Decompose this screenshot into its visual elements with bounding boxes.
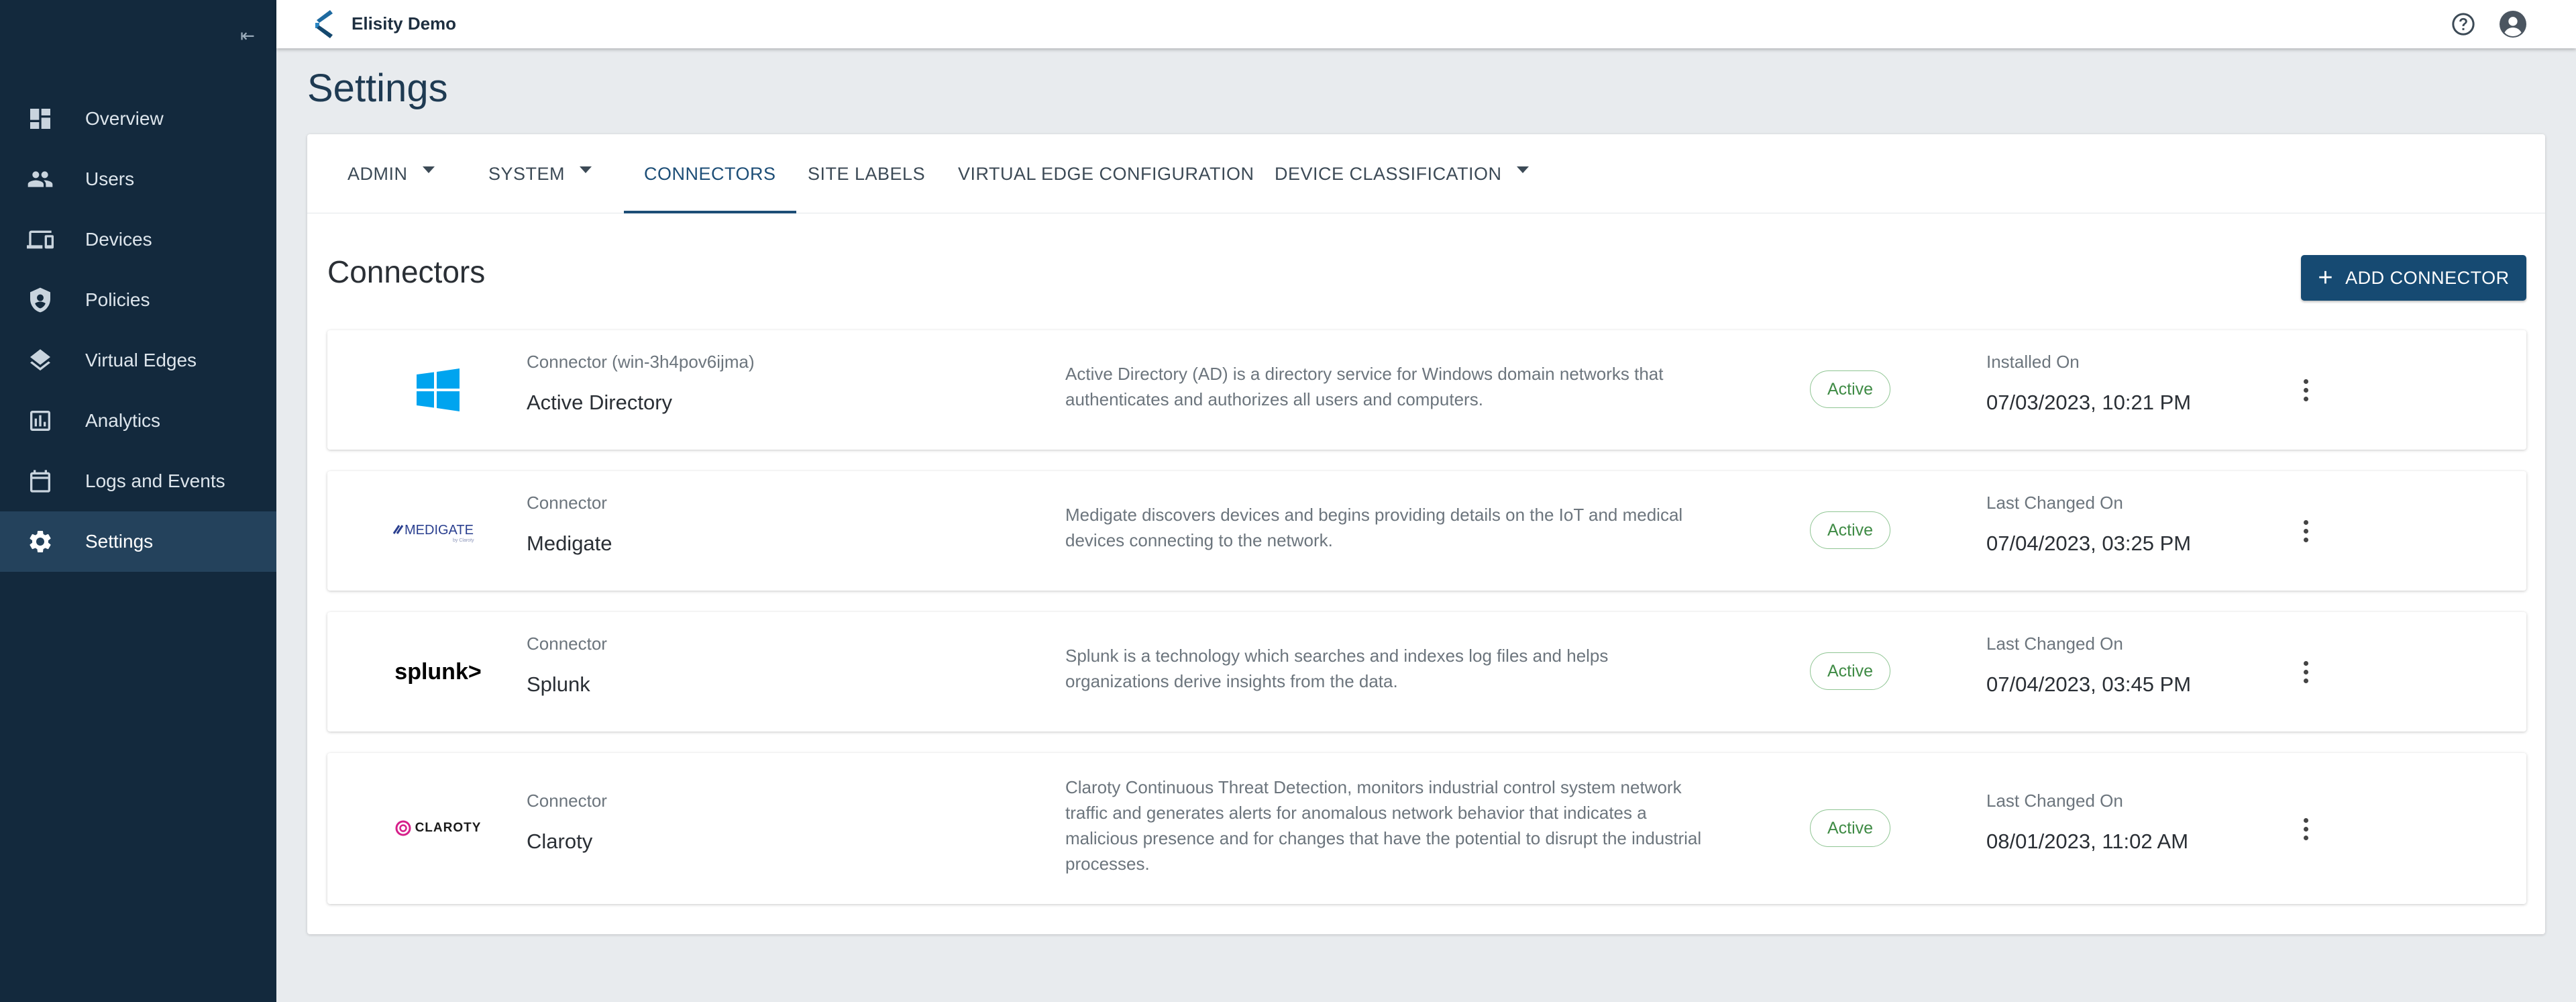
settings-tabs: ADMIN SYSTEM CONNECTORS SITE LABELS VIRT… bbox=[307, 134, 2545, 213]
dashboard-icon bbox=[27, 105, 54, 132]
connector-row-claroty[interactable]: CLAROTY Connector Claroty Claroty Contin… bbox=[327, 753, 2526, 904]
sidebar-item-settings[interactable]: Settings bbox=[0, 511, 276, 572]
sidebar-item-policies[interactable]: Policies bbox=[0, 270, 276, 330]
connector-type-label: Connector bbox=[527, 493, 607, 513]
sidebar-item-devices[interactable]: Devices bbox=[0, 209, 276, 270]
sidebar-item-overview[interactable]: Overview bbox=[0, 89, 276, 149]
caret-down-icon bbox=[422, 166, 435, 173]
devices-icon bbox=[27, 226, 54, 253]
connector-row-active-directory[interactable]: Connector (win-3h4pov6ijma) Active Direc… bbox=[327, 330, 2526, 450]
sidebar-item-logs-and-events[interactable]: Logs and Events bbox=[0, 451, 276, 511]
tab-label: ADMIN bbox=[347, 163, 408, 184]
tab-site-labels[interactable]: SITE LABELS bbox=[808, 134, 925, 213]
collapse-sidebar-icon[interactable]: ⇤ bbox=[237, 26, 258, 46]
shield-icon bbox=[27, 287, 54, 313]
user-avatar-icon[interactable] bbox=[2500, 11, 2526, 38]
sidebar-item-label: Users bbox=[85, 168, 135, 189]
add-connector-label: ADD CONNECTOR bbox=[2345, 267, 2510, 288]
svg-text:by Claroty: by Claroty bbox=[453, 538, 474, 543]
connector-type-label: Connector bbox=[527, 634, 607, 654]
layers-icon bbox=[27, 347, 54, 374]
sidebar-item-label: Devices bbox=[85, 229, 152, 250]
claroty-logo: CLAROTY bbox=[388, 797, 488, 860]
more-options-icon[interactable] bbox=[2296, 373, 2316, 407]
status-badge: Active bbox=[1810, 370, 1890, 408]
tab-label: SITE LABELS bbox=[808, 163, 926, 184]
splunk-logo: splunk> bbox=[388, 640, 488, 703]
claroty-logo-text: CLAROTY bbox=[415, 821, 482, 835]
tab-admin[interactable]: ADMIN bbox=[347, 134, 435, 213]
connector-description: Medigate discovers devices and begins pr… bbox=[1065, 505, 1683, 550]
help-icon[interactable] bbox=[2450, 11, 2477, 38]
connector-description: Claroty Continuous Threat Detection, mon… bbox=[1065, 777, 1702, 874]
calendar-icon bbox=[27, 468, 54, 495]
tab-label: DEVICE CLASSIFICATION bbox=[1275, 163, 1502, 184]
connector-row-medigate[interactable]: MEDIGATE by Claroty Connector Medigate M… bbox=[327, 471, 2526, 591]
sidebar-item-label: Settings bbox=[85, 531, 154, 552]
connector-row-splunk[interactable]: splunk> Connector Splunk Splunk is a tec… bbox=[327, 612, 2526, 732]
elisity-logo-icon bbox=[315, 10, 333, 38]
tab-virtual-edge-configuration[interactable]: VIRTUAL EDGE CONFIGURATION bbox=[958, 134, 1254, 213]
timestamp-label: Last Changed On bbox=[1986, 493, 2123, 513]
connector-name: Medigate bbox=[527, 532, 612, 555]
timestamp-value: 07/04/2023, 03:45 PM bbox=[1986, 672, 2192, 696]
connector-description: Splunk is a technology which searches an… bbox=[1065, 646, 1609, 691]
sidebar-item-label: Policies bbox=[85, 289, 150, 310]
top-bar: Elisity Demo bbox=[276, 0, 2576, 48]
timestamp-label: Last Changed On bbox=[1986, 634, 2123, 654]
users-icon bbox=[27, 166, 54, 193]
connector-description: Active Directory (AD) is a directory ser… bbox=[1065, 364, 1664, 409]
more-options-icon[interactable] bbox=[2296, 812, 2316, 846]
connector-name: Active Directory bbox=[527, 391, 673, 414]
sidebar-item-users[interactable]: Users bbox=[0, 149, 276, 209]
sidebar-item-virtual-edges[interactable]: Virtual Edges bbox=[0, 330, 276, 391]
timestamp-value: 07/03/2023, 10:21 PM bbox=[1986, 391, 2192, 414]
bar-chart-icon bbox=[27, 407, 54, 434]
connector-type-label: Connector bbox=[527, 791, 607, 811]
gear-icon bbox=[27, 528, 54, 555]
connector-name: Splunk bbox=[527, 672, 590, 696]
timestamp-label: Last Changed On bbox=[1986, 791, 2123, 811]
section-title: Connectors bbox=[327, 254, 486, 289]
sidebar: ⇤ Overview Users Devices Policies Virtua… bbox=[0, 0, 276, 1002]
splunk-logo-text: splunk> bbox=[394, 658, 482, 685]
sidebar-item-label: Virtual Edges bbox=[85, 350, 197, 370]
timestamp-value: 07/04/2023, 03:25 PM bbox=[1986, 532, 2192, 555]
connector-type-label: Connector (win-3h4pov6ijma) bbox=[527, 352, 755, 372]
caret-down-icon bbox=[1516, 166, 1529, 173]
settings-card: ADMIN SYSTEM CONNECTORS SITE LABELS VIRT… bbox=[307, 134, 2545, 934]
status-badge: Active bbox=[1810, 511, 1890, 549]
tab-device-classification[interactable]: DEVICE CLASSIFICATION bbox=[1275, 134, 1529, 213]
add-connector-button[interactable]: + ADD CONNECTOR bbox=[2301, 255, 2526, 301]
timestamp-value: 08/01/2023, 11:02 AM bbox=[1986, 830, 2189, 853]
sidebar-item-label: Overview bbox=[85, 108, 164, 129]
sidebar-item-label: Logs and Events bbox=[85, 470, 225, 491]
windows-logo bbox=[388, 358, 488, 421]
sidebar-item-label: Analytics bbox=[85, 410, 161, 431]
tab-label: SYSTEM bbox=[488, 163, 566, 184]
medigate-logo: MEDIGATE by Claroty bbox=[388, 499, 488, 562]
medigate-logo-text: MEDIGATE bbox=[405, 523, 474, 538]
more-options-icon[interactable] bbox=[2296, 655, 2316, 689]
timestamp-label: Installed On bbox=[1986, 352, 2080, 372]
tab-label: VIRTUAL EDGE CONFIGURATION bbox=[958, 163, 1254, 184]
caret-down-icon bbox=[580, 166, 592, 173]
plus-icon: + bbox=[2318, 264, 2334, 292]
tab-label: CONNECTORS bbox=[644, 163, 776, 184]
sidebar-item-analytics[interactable]: Analytics bbox=[0, 391, 276, 451]
connector-name: Claroty bbox=[527, 830, 593, 853]
tab-connectors[interactable]: CONNECTORS bbox=[624, 134, 796, 213]
status-badge: Active bbox=[1810, 652, 1890, 690]
page-title: Settings bbox=[307, 66, 448, 110]
app-name: Elisity Demo bbox=[352, 13, 457, 34]
more-options-icon[interactable] bbox=[2296, 514, 2316, 548]
tab-system[interactable]: SYSTEM bbox=[488, 134, 592, 213]
status-badge: Active bbox=[1810, 809, 1890, 847]
